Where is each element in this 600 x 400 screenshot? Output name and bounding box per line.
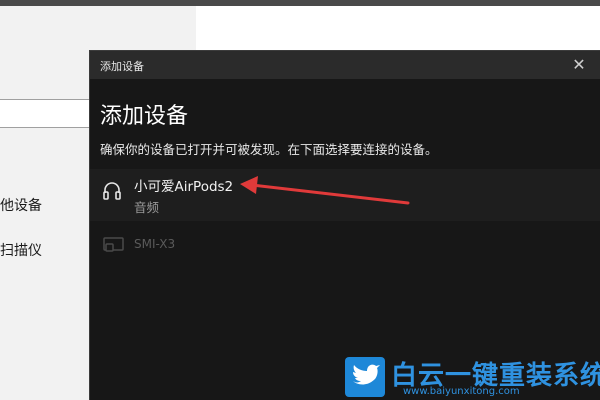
watermark-logo: 白云一键重装系统 www.baiyunxitong.com — [345, 355, 600, 400]
red-arrow-annotation — [240, 176, 410, 205]
bird-logo-icon — [345, 357, 385, 397]
nav-item-scanners[interactable]: 扫描仪 — [0, 240, 42, 260]
settings-search-input[interactable] — [0, 99, 92, 128]
watermark-url: www.baiyunxitong.com — [403, 386, 520, 397]
add-device-dialog: 添加设备 ✕ 添加设备 确保你的设备已打开并可被发现。在下面选择要连接的设备。 … — [89, 50, 600, 400]
nav-item-other-devices[interactable]: 他设备 — [0, 195, 42, 215]
